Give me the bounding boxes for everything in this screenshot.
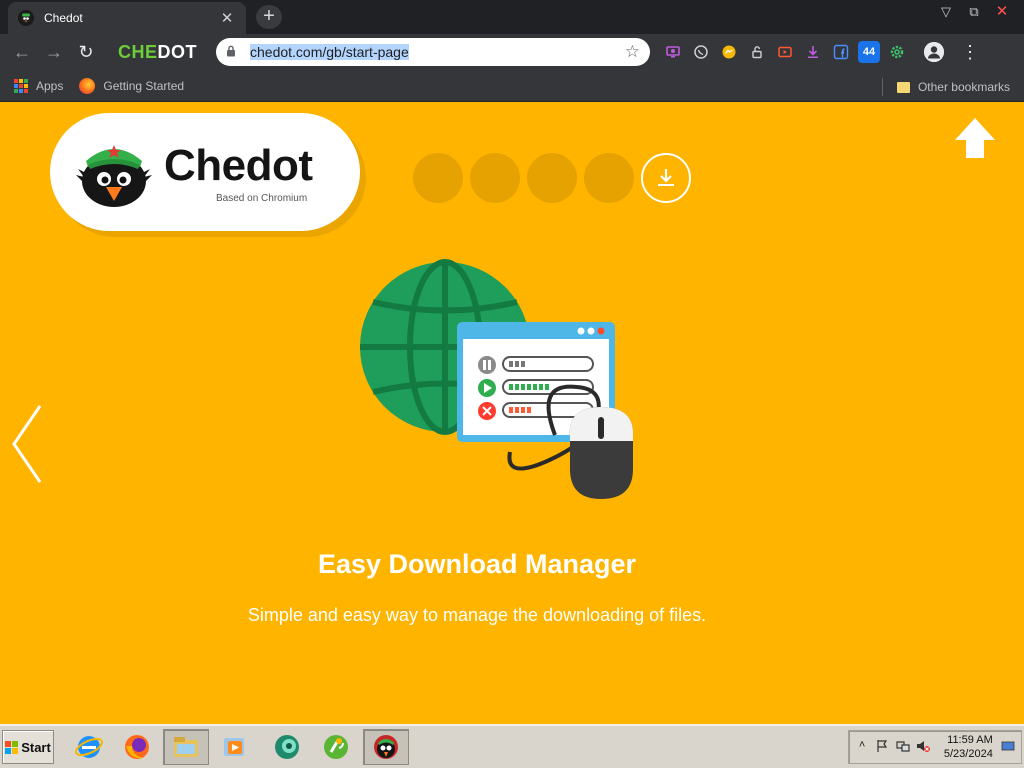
lock-open-icon[interactable] xyxy=(746,41,768,63)
volume-muted-icon[interactable] xyxy=(916,739,930,755)
network-icon[interactable] xyxy=(895,739,910,755)
download-icon[interactable] xyxy=(802,41,824,63)
screen-share-icon[interactable] xyxy=(662,41,684,63)
file-explorer-icon[interactable] xyxy=(163,729,209,765)
reload-icon[interactable]: ↻ xyxy=(70,36,102,68)
scroll-up-arrow-icon[interactable] xyxy=(953,116,997,160)
media-player-icon[interactable] xyxy=(212,729,258,765)
clock[interactable]: 11:59 AM 5/23/2024 xyxy=(944,733,993,761)
chedot-bird-icon xyxy=(76,145,152,207)
bookmark-apps[interactable]: Apps xyxy=(14,78,64,93)
clock-date: 5/23/2024 xyxy=(943,748,993,760)
extension-icons: 44 ⋮ xyxy=(662,41,980,63)
profile-avatar-icon[interactable] xyxy=(924,42,944,62)
tab-title: Chedot xyxy=(44,11,83,25)
feature-speedometer-icon[interactable] xyxy=(527,153,577,203)
feature-title: Easy Download Manager xyxy=(317,549,637,579)
system-tray: ˄ 11:59 AM 5/23/2024 xyxy=(848,730,1022,764)
bookmarks-bar: Apps Getting Started Other bookmarks xyxy=(0,70,1024,102)
logo-subtitle: Based on Chromium xyxy=(216,193,308,204)
feature-lock-icon[interactable] xyxy=(413,153,463,203)
firefox-icon xyxy=(79,77,96,94)
messenger-icon[interactable] xyxy=(718,41,740,63)
address-bar[interactable]: chedot.com/gb/start-page ☆ xyxy=(216,38,650,66)
taskbar: Start ˄ 11:59 AM 5/23/2024 xyxy=(0,724,1024,768)
brand-right-text: DOT xyxy=(157,41,198,62)
restore-icon[interactable]: ⧉ xyxy=(962,2,986,22)
back-arrow-icon[interactable]: ← xyxy=(6,36,38,68)
windows-flag-icon xyxy=(5,740,19,754)
torch-icon[interactable] xyxy=(313,729,359,765)
bookmark-apps-label: Apps xyxy=(36,78,64,93)
counter-badge[interactable]: 44 xyxy=(858,41,880,63)
show-desktop-icon[interactable] xyxy=(1001,739,1015,755)
other-bookmarks-label: Other bookmarks xyxy=(917,80,1010,94)
start-page: Chedot Based on Chromium Easy Download M… xyxy=(0,102,1024,724)
browser-icon[interactable] xyxy=(264,729,310,765)
forward-arrow-icon[interactable]: → xyxy=(38,36,70,68)
bookmark-getting-started-label: Getting Started xyxy=(103,78,185,93)
chedot-brand-logo[interactable]: CHEDOT xyxy=(118,42,206,63)
apps-grid-icon xyxy=(14,78,28,93)
lock-icon[interactable] xyxy=(226,45,240,60)
feature-description: Simple and easy way to manage the downlo… xyxy=(247,605,707,625)
minimize-icon[interactable]: ▽ xyxy=(934,2,958,22)
clock-time: 11:59 AM xyxy=(947,734,993,746)
settings-gear-icon[interactable] xyxy=(886,41,908,63)
bookmark-getting-started[interactable]: Getting Started xyxy=(79,77,185,94)
action-center-flag-icon[interactable] xyxy=(875,739,889,755)
url-selection: chedot.com/gb/start-page xyxy=(250,44,409,60)
feature-nav xyxy=(413,153,691,203)
tab-strip: Chedot ✕ + ▽ ⧉ ✕ xyxy=(0,0,1024,34)
window-close-icon[interactable]: ✕ xyxy=(990,2,1014,22)
download-manager-illustration xyxy=(360,259,634,499)
start-button[interactable]: Start xyxy=(2,730,54,764)
previous-slide-arrow-icon[interactable] xyxy=(10,404,44,484)
chedot-icon[interactable] xyxy=(363,729,409,765)
brand-left-text: CHE xyxy=(118,41,158,62)
tray-expand-icon[interactable]: ˄ xyxy=(855,739,869,755)
window-controls: ▽ ⧉ ✕ xyxy=(934,2,1014,22)
chedot-logo[interactable]: Chedot Based on Chromium xyxy=(50,113,360,231)
tab-chedot[interactable]: Chedot ✕ xyxy=(8,2,246,34)
bookmark-star-icon[interactable]: ☆ xyxy=(625,42,640,62)
new-tab-button[interactable]: + xyxy=(256,5,282,29)
other-bookmarks[interactable]: Other bookmarks xyxy=(881,78,1010,96)
bookmarks-divider xyxy=(881,78,883,96)
chedot-favicon-icon xyxy=(18,10,34,26)
facebook-icon[interactable] xyxy=(830,41,852,63)
browser-menu-icon[interactable]: ⋮ xyxy=(960,42,980,63)
browser-toolbar: ← → ↻ CHEDOT chedot.com/gb/start-page ☆ xyxy=(0,34,1024,70)
tab-close-icon[interactable]: ✕ xyxy=(218,9,236,27)
feature-double-chevron-icon[interactable] xyxy=(584,153,634,203)
feature-download-icon[interactable] xyxy=(641,153,691,203)
folder-icon xyxy=(896,81,910,93)
internet-explorer-icon[interactable] xyxy=(66,729,112,765)
firefox-icon[interactable] xyxy=(114,729,160,765)
video-icon[interactable] xyxy=(774,41,796,63)
start-label: Start xyxy=(21,739,51,755)
url-text[interactable]: chedot.com/gb/start-page xyxy=(250,44,625,60)
feature-video-icon[interactable] xyxy=(470,153,520,203)
logo-title: Chedot xyxy=(164,141,313,190)
whatsapp-icon[interactable] xyxy=(690,41,712,63)
